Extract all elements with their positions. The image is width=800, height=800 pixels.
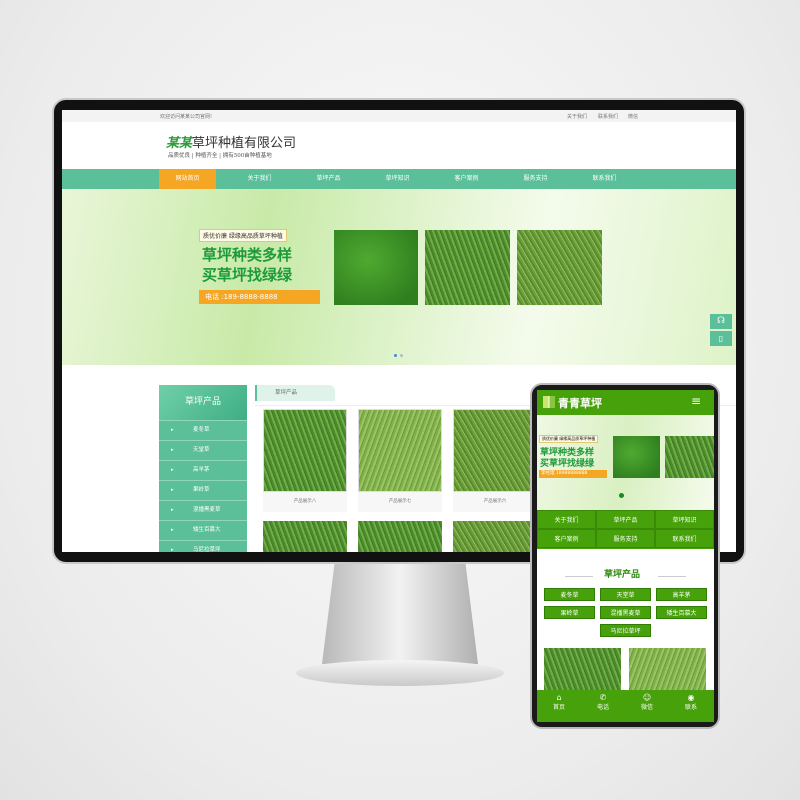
mobile-nav-item[interactable]: 草坪知识: [655, 510, 714, 529]
sidebar-item[interactable]: 高羊茅: [159, 460, 247, 480]
bottom-contact[interactable]: ◉ 联系: [669, 690, 713, 711]
bottom-label: 电话: [596, 704, 609, 711]
category-button[interactable]: 马尼拉草坪: [600, 624, 651, 637]
bottom-label: 首页: [552, 704, 565, 711]
hero-banner: 质优价廉 绿缘高品质草坪种植 草坪种类多样 买草坪找绿绿 电话 :189-888…: [62, 189, 736, 365]
bottom-label: 微信: [640, 704, 653, 711]
product-image[interactable]: [453, 521, 537, 552]
sidebar-item[interactable]: 麦冬草: [159, 420, 247, 440]
banner-image: [517, 230, 602, 305]
banner-image: [425, 230, 510, 305]
chat-icon: ☺: [642, 693, 652, 702]
product-caption: 产品展示七: [358, 492, 442, 512]
product-image: [358, 409, 442, 492]
sidebar-item[interactable]: 矮生百慕大: [159, 520, 247, 540]
banner-phone: 电话 :189-8888-8888: [199, 290, 320, 304]
product-card[interactable]: 产品展示八: [263, 409, 347, 512]
product-card[interactable]: 产品展示六: [453, 409, 537, 512]
nav-cases[interactable]: 客户案例: [438, 169, 495, 189]
sidebar: 草坪产品 麦冬草 天堂草 高羊茅 果岭草 混播黑麦草 矮生百慕大 马尼拉草坪: [159, 385, 247, 552]
monitor-base: [296, 660, 504, 686]
menu-icon[interactable]: ≡: [691, 394, 701, 408]
product-caption: 产品展示六: [453, 492, 537, 512]
bottom-label: 联系: [684, 704, 697, 711]
mobile-nav-item[interactable]: 关于我们: [537, 510, 596, 529]
link-about[interactable]: 关于我们: [567, 113, 587, 120]
link-contact[interactable]: 联系我们: [598, 113, 618, 120]
nav-products[interactable]: 草坪产品: [300, 169, 357, 189]
nav-home[interactable]: 网站首页: [159, 169, 216, 189]
nav-contact[interactable]: 联系我们: [576, 169, 633, 189]
section-title: 草坪产品: [604, 570, 641, 580]
tab-products[interactable]: 草坪产品: [255, 385, 335, 401]
category-button[interactable]: 矮生百慕大: [656, 606, 707, 619]
carousel-dot[interactable]: [400, 354, 403, 357]
mobile-bottom-bar: ⌂ 首页 ✆ 电话 ☺ 微信 ◉ 联系: [537, 690, 714, 722]
product-image[interactable]: [629, 648, 706, 690]
sidebar-item[interactable]: 马尼拉草坪: [159, 540, 247, 552]
logo-brand: 某某: [166, 136, 193, 151]
mobile-header: 青青草坪 ≡: [537, 390, 714, 415]
product-image[interactable]: [544, 648, 621, 690]
product-image: [453, 409, 537, 492]
mobile-nav-item[interactable]: 客户案例: [537, 529, 596, 548]
link-wechat[interactable]: 微信: [628, 113, 638, 120]
phone-icon: ✆: [599, 693, 607, 702]
mobile-website: 青青草坪 ≡ 质优价廉 绿缘高品质草坪种植 草坪种类多样 买草坪找绿绿 李经理 …: [537, 390, 714, 722]
top-bar: 欢迎访问某某公司官网! 关于我们 联系我们 微信: [62, 110, 736, 122]
monitor-stand: [322, 564, 478, 664]
location-icon: ◉: [687, 693, 695, 702]
category-button[interactable]: 天堂草: [600, 588, 651, 601]
nav-service[interactable]: 服务支持: [507, 169, 564, 189]
logo[interactable]: 某某草坪种植有限公司: [166, 132, 296, 151]
mobile-nav: 关于我们 草坪产品 草坪知识 客户案例 服务支持 联系我们: [537, 510, 714, 549]
headset-icon[interactable]: ☊: [710, 314, 732, 329]
nav-about[interactable]: 关于我们: [231, 169, 288, 189]
mobile-nav-item[interactable]: 联系我们: [655, 529, 714, 548]
logo-name: 草坪种植有限公司: [192, 136, 297, 151]
product-image: [263, 409, 347, 492]
sidebar-item[interactable]: 天堂草: [159, 440, 247, 460]
bottom-home[interactable]: ⌂ 首页: [537, 690, 581, 711]
home-icon: ⌂: [556, 693, 562, 702]
category-button[interactable]: 麦冬草: [544, 588, 595, 601]
product-image[interactable]: [263, 521, 347, 552]
nav-knowledge[interactable]: 草坪知识: [369, 169, 426, 189]
category-button[interactable]: 果岭草: [544, 606, 595, 619]
banner-line2: 买草坪找绿绿: [540, 459, 595, 469]
banner-line2: 买草坪找绿绿: [202, 266, 293, 284]
banner-badge: 质优价廉 绿缘高品质草坪种植: [539, 435, 599, 443]
banner-line1: 草坪种类多样: [202, 246, 293, 264]
main-nav: 网站首页 关于我们 草坪产品 草坪知识 客户案例 服务支持 联系我们: [62, 169, 736, 189]
logo-tagline: 品质优良 | 种植齐全 | 拥有500亩种植基地: [168, 153, 272, 159]
bottom-wechat[interactable]: ☺ 微信: [625, 690, 669, 711]
category-button[interactable]: 混播黑麦草: [600, 606, 651, 619]
phone-icon[interactable]: ▯: [710, 331, 732, 346]
title-line: [565, 576, 593, 577]
mobile-nav-item[interactable]: 服务支持: [596, 529, 655, 548]
banner-image: [613, 436, 660, 478]
category-button[interactable]: 高羊茅: [656, 588, 707, 601]
sidebar-title: 草坪产品: [159, 385, 247, 420]
welcome-text: 欢迎访问某某公司官网!: [160, 114, 213, 120]
banner-phone: 李经理 18988888888: [539, 470, 607, 478]
sidebar-item[interactable]: 果岭草: [159, 480, 247, 500]
carousel-dot-active[interactable]: [394, 354, 397, 357]
mobile-logo[interactable]: 青青草坪: [558, 395, 602, 411]
banner-image: [334, 230, 418, 305]
banner-image: [665, 436, 714, 478]
mobile-nav-item[interactable]: 草坪产品: [596, 510, 655, 529]
title-line: [658, 576, 686, 577]
logo-icon: [543, 396, 555, 408]
bottom-phone[interactable]: ✆ 电话: [581, 690, 625, 711]
banner-badge: 质优价廉 绿缘高品质草坪种植: [199, 229, 287, 242]
product-caption: 产品展示八: [263, 492, 347, 512]
product-image[interactable]: [358, 521, 442, 552]
carousel-dot-active[interactable]: [619, 493, 624, 498]
product-card[interactable]: 产品展示七: [358, 409, 442, 512]
sidebar-item[interactable]: 混播黑麦草: [159, 500, 247, 520]
mobile-banner: 质优价廉 绿缘高品质草坪种植 草坪种类多样 买草坪找绿绿 李经理 1898888…: [537, 415, 714, 510]
